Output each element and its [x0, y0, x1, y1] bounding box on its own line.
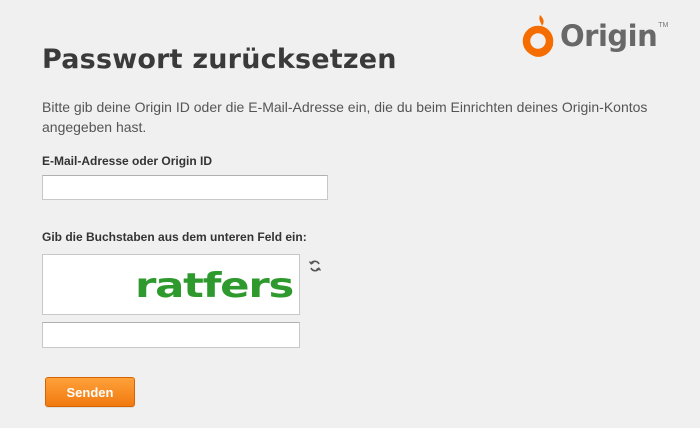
captcha-text: ratfers [135, 266, 293, 306]
page-title: Passwort zurücksetzen [42, 44, 397, 75]
send-button[interactable]: Senden [45, 377, 135, 407]
origin-flame-icon [522, 15, 554, 57]
captcha-input[interactable] [42, 322, 300, 348]
refresh-icon[interactable] [308, 259, 322, 273]
email-field[interactable] [42, 175, 328, 200]
logo-wordmark: Origin [560, 19, 658, 53]
captcha-image: ratfers [42, 254, 300, 315]
logo-trademark: TM [658, 22, 669, 29]
intro-text: Bitte gib deine Origin ID oder die E-Mai… [42, 99, 648, 135]
captcha-label: Gib die Buchstaben aus dem unteren Feld … [42, 230, 307, 244]
origin-logo: Origin TM [522, 14, 668, 58]
email-label: E-Mail-Adresse oder Origin ID [42, 154, 213, 168]
